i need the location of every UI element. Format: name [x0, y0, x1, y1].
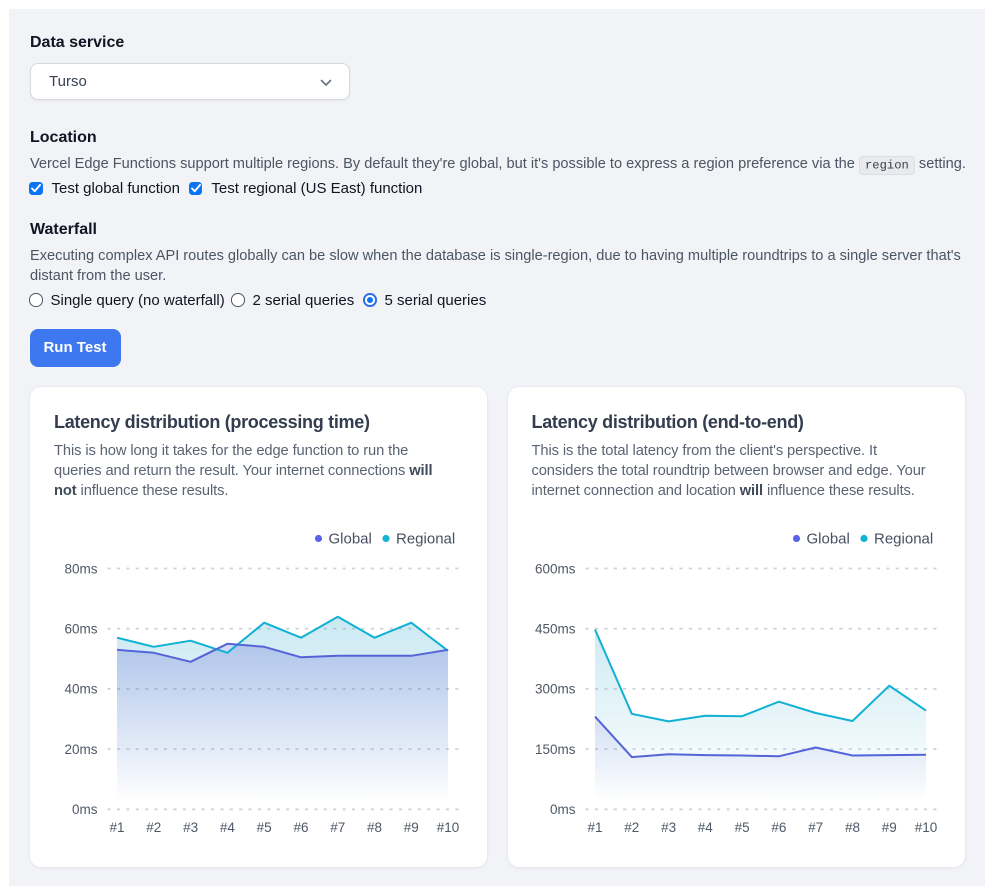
svg-text:#1: #1 — [587, 820, 602, 835]
svg-text:#4: #4 — [697, 820, 713, 835]
svg-text:#9: #9 — [404, 820, 419, 835]
svg-text:#10: #10 — [437, 820, 460, 835]
svg-text:150ms: 150ms — [534, 742, 575, 757]
svg-text:#1: #1 — [109, 820, 124, 835]
svg-text:60ms: 60ms — [64, 622, 97, 637]
svg-text:#7: #7 — [330, 820, 345, 835]
svg-text:#3: #3 — [661, 820, 676, 835]
svg-text:#4: #4 — [220, 820, 236, 835]
svg-text:0ms: 0ms — [72, 802, 98, 817]
svg-text:#5: #5 — [734, 820, 749, 835]
svg-text:#2: #2 — [146, 820, 161, 835]
svg-text:#9: #9 — [881, 820, 896, 835]
svg-text:Global: Global — [806, 531, 849, 548]
svg-text:Global: Global — [329, 531, 372, 548]
svg-text:600ms: 600ms — [534, 561, 575, 576]
svg-text:#6: #6 — [771, 820, 786, 835]
svg-text:20ms: 20ms — [64, 742, 97, 757]
svg-text:#10: #10 — [914, 820, 937, 835]
svg-text:450ms: 450ms — [534, 622, 575, 637]
svg-text:#3: #3 — [183, 820, 198, 835]
svg-text:#7: #7 — [808, 820, 823, 835]
svg-text:#2: #2 — [624, 820, 639, 835]
svg-text:Regional: Regional — [396, 531, 455, 548]
svg-text:Regional: Regional — [874, 531, 933, 548]
svg-text:80ms: 80ms — [64, 561, 97, 576]
svg-text:#8: #8 — [844, 820, 859, 835]
svg-text:0ms: 0ms — [549, 802, 575, 817]
svg-text:#5: #5 — [257, 820, 272, 835]
svg-text:#6: #6 — [293, 820, 308, 835]
svg-text:40ms: 40ms — [64, 682, 97, 697]
svg-text:300ms: 300ms — [534, 682, 575, 697]
svg-text:#8: #8 — [367, 820, 382, 835]
